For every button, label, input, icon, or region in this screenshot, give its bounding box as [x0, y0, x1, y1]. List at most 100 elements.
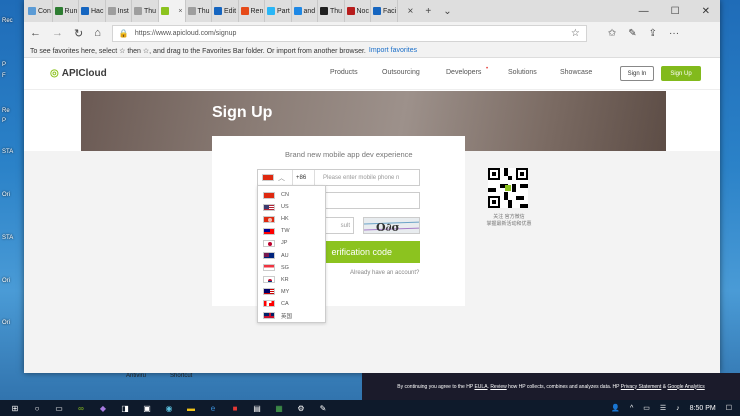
app-icon[interactable]: ∞: [76, 403, 86, 413]
browser-tab[interactable]: Faci: [371, 0, 398, 22]
country-option[interactable]: US: [258, 201, 325, 213]
google-analytics-link[interactable]: Google Analytics: [667, 384, 704, 390]
tray-chevron-icon[interactable]: ^: [630, 405, 633, 412]
share-icon[interactable]: ⇪: [649, 28, 657, 39]
phone-input-group: ︿ +86 Please enter mobile phone n: [257, 169, 420, 186]
sign-in-button[interactable]: Sign In: [620, 66, 654, 81]
browser-tab[interactable]: Thu: [132, 0, 159, 22]
desktop-label[interactable]: STA: [2, 149, 13, 155]
browser-tab[interactable]: Part: [265, 0, 292, 22]
desktop-label[interactable]: Rec: [2, 18, 13, 24]
browser-tab[interactable]: Con: [26, 0, 53, 22]
privacy-statement-link[interactable]: Privacy Statement: [621, 384, 662, 390]
nav-outsourcing[interactable]: Outsourcing: [382, 69, 420, 76]
close-tab-icon[interactable]: ×: [178, 8, 182, 15]
chat-icon[interactable]: ◉: [164, 403, 174, 413]
nav-developers[interactable]: Developers: [446, 69, 481, 76]
country-code-label: TW: [281, 228, 290, 235]
sign-up-button[interactable]: Sign Up: [661, 66, 701, 81]
browser-tab[interactable]: Hac: [79, 0, 106, 22]
desktop-label[interactable]: P: [2, 118, 6, 124]
search-icon[interactable]: ○: [32, 403, 42, 413]
browser-tab[interactable]: Ren: [239, 0, 265, 22]
file-explorer-icon[interactable]: ▬: [186, 403, 196, 413]
pen-icon[interactable]: ✎: [318, 403, 328, 413]
close-window-icon[interactable]: ✕: [702, 6, 710, 17]
browser-tab[interactable]: Thu: [318, 0, 345, 22]
tab-label: Faci: [383, 7, 397, 15]
chevron-up-icon: ︿: [278, 174, 285, 182]
country-option[interactable]: KR: [258, 274, 325, 286]
country-option[interactable]: HK: [258, 213, 325, 225]
favorites-icon[interactable]: ✩: [608, 28, 616, 39]
browser-tab[interactable]: Edit: [212, 0, 239, 22]
desktop-label[interactable]: Ori: [2, 192, 10, 198]
new-tab-icon[interactable]: +: [425, 6, 431, 17]
desktop-label[interactable]: STA: [2, 235, 13, 241]
task-view-icon[interactable]: ▭: [54, 403, 64, 413]
review-link[interactable]: Review: [490, 384, 506, 390]
country-option[interactable]: TW: [258, 225, 325, 237]
edge-icon[interactable]: e: [208, 403, 218, 413]
start-icon[interactable]: ⊞: [10, 403, 20, 413]
refresh-icon[interactable]: ↻: [74, 27, 83, 40]
terminal-icon[interactable]: ▤: [252, 403, 262, 413]
notifications-icon[interactable]: ☐: [726, 404, 732, 412]
site-logo[interactable]: ◎ APICloud: [50, 68, 107, 79]
browser-tab[interactable]: Run: [53, 0, 79, 22]
browser-tab[interactable]: Thu: [186, 0, 212, 22]
country-selector[interactable]: ︿: [258, 170, 293, 185]
browser-tab[interactable]: Noc: [345, 0, 371, 22]
home-icon[interactable]: ⌂: [94, 27, 101, 39]
visual-studio-icon[interactable]: ◆: [98, 403, 108, 413]
nav-showcase[interactable]: Showcase: [560, 69, 592, 76]
import-favorites-link[interactable]: Import favorites: [369, 47, 417, 54]
forward-icon[interactable]: →: [52, 27, 63, 39]
network-icon[interactable]: ☰: [660, 404, 666, 412]
country-option[interactable]: 英国: [258, 310, 325, 322]
volume-icon[interactable]: ♪: [676, 405, 680, 412]
country-option[interactable]: AU: [258, 249, 325, 261]
settings-icon[interactable]: ⚙: [296, 403, 306, 413]
country-option[interactable]: CA: [258, 298, 325, 310]
desktop-label[interactable]: Ori: [2, 320, 10, 326]
reading-list-icon[interactable]: ✎: [628, 28, 636, 39]
nav-solutions[interactable]: Solutions: [508, 69, 537, 76]
country-option[interactable]: JP: [258, 237, 325, 249]
close-tab-icon[interactable]: ×: [408, 6, 414, 17]
clock[interactable]: 8:50 PM: [690, 405, 716, 412]
signup-subtitle: Brand new mobile app dev experience: [285, 150, 413, 159]
country-option[interactable]: SG: [258, 262, 325, 274]
desktop-label[interactable]: Ori: [2, 278, 10, 284]
address-bar[interactable]: 🔒 https://www.apicloud.com/signup ☆: [111, 24, 587, 42]
foxit-icon[interactable]: ■: [230, 403, 240, 413]
country-option[interactable]: MY: [258, 286, 325, 298]
battery-icon[interactable]: ▭: [643, 404, 650, 412]
desktop-label[interactable]: F: [2, 73, 6, 79]
desktop-label[interactable]: P: [2, 62, 6, 68]
people-icon[interactable]: 👤: [611, 404, 620, 412]
country-code-label: HK: [281, 216, 289, 223]
us-flag-icon: [263, 203, 275, 211]
browser-tab[interactable]: ×: [158, 0, 186, 22]
qr-caption: 关注 官方微信 掌握最新活动和优惠: [486, 214, 532, 227]
minimize-icon[interactable]: —: [639, 6, 649, 17]
store-icon[interactable]: ◨: [120, 403, 130, 413]
phone-input[interactable]: Please enter mobile phone n: [315, 175, 399, 181]
favorite-star-icon[interactable]: ☆: [571, 28, 580, 39]
eula-link[interactable]: EULA: [474, 384, 487, 390]
nav-products[interactable]: Products: [330, 69, 358, 76]
desktop-label[interactable]: Re: [2, 108, 10, 114]
country-option[interactable]: CN: [258, 189, 325, 201]
captcha-image[interactable]: O∂σ: [363, 217, 420, 234]
photos-icon[interactable]: ▣: [142, 403, 152, 413]
have-account-link[interactable]: Already have an account?: [350, 270, 419, 276]
more-icon[interactable]: ···: [669, 28, 679, 39]
spreadsheet-icon[interactable]: ▦: [274, 403, 284, 413]
tab-list-chevron-icon[interactable]: ⌄: [443, 6, 451, 17]
browser-tab[interactable]: Inst: [106, 0, 132, 22]
tab-label: Part: [277, 7, 290, 15]
maximize-icon[interactable]: ☐: [671, 6, 680, 17]
back-icon[interactable]: ←: [30, 27, 41, 39]
browser-tab[interactable]: and: [292, 0, 318, 22]
